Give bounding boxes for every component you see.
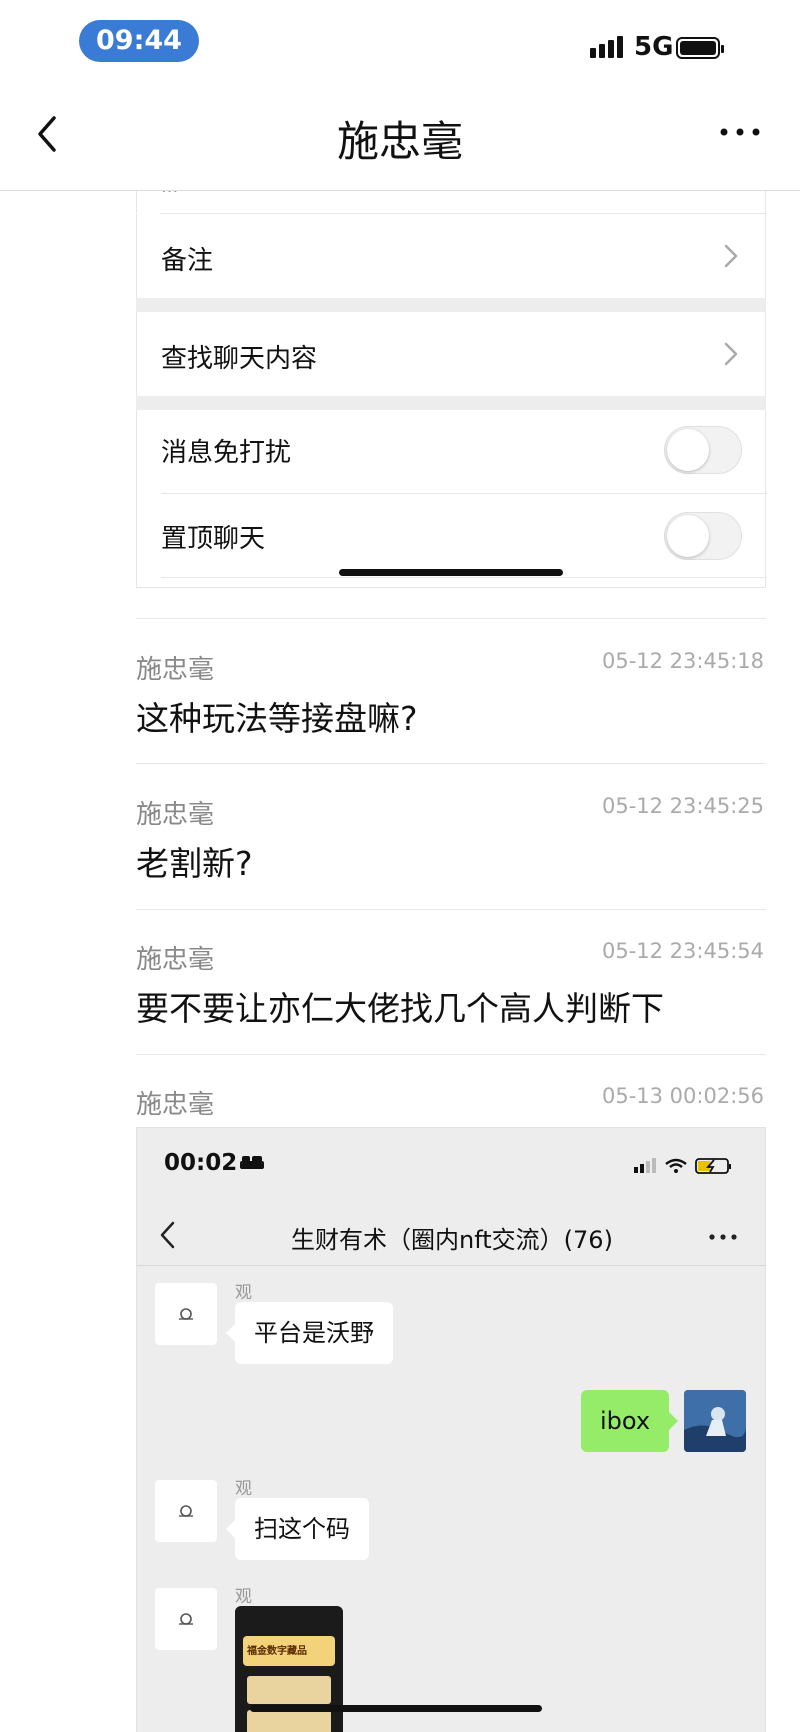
avatar [155, 1283, 217, 1345]
divider [136, 763, 766, 764]
chat-nick: 观 [235, 1587, 252, 1607]
avatar [155, 1588, 217, 1650]
divider [136, 1054, 766, 1055]
message-sender: 施忠毫 [136, 655, 215, 685]
avatar-doodle-icon [179, 1613, 193, 1625]
message-image[interactable]: 00:02 生财有术（圈内nft交流）(76) 观 平台是沃野 ibox 观 扫… [136, 1127, 766, 1732]
message-timestamp: 05-12 23:45:25 [601, 794, 764, 818]
divider [136, 618, 766, 619]
battery-icon [676, 37, 724, 59]
network-type: 5G [634, 32, 674, 62]
page-title: 施忠毫 [336, 117, 463, 166]
status-time: 09:44 [79, 20, 199, 62]
settings-row-remark[interactable]: 备注 [136, 214, 766, 298]
message-text[interactable]: 要不要让亦仁大佬找几个高人判断下 [136, 982, 664, 1030]
signal-icon [590, 36, 626, 58]
message-timestamp: 05-12 23:45:18 [601, 649, 764, 673]
settings-partial-row: ··· [136, 191, 766, 213]
more-button[interactable] [718, 122, 762, 142]
avatar-self [684, 1390, 746, 1452]
remark-label: 备注 [161, 246, 214, 276]
divider [137, 1265, 765, 1266]
screenshot-status-icons [634, 1158, 731, 1174]
message-text[interactable]: 老割新? [136, 837, 253, 885]
mute-toggle[interactable] [664, 426, 742, 474]
message-sender: 施忠毫 [136, 945, 215, 975]
divider [161, 493, 767, 494]
section-gap [136, 396, 766, 410]
chat-nick: 观 [235, 1283, 252, 1303]
poster-card [247, 1710, 331, 1732]
section-gap [136, 298, 766, 312]
pin-label: 置顶聊天 [161, 524, 266, 554]
toggle-knob [667, 429, 709, 471]
message-timestamp: 05-12 23:45:54 [601, 939, 764, 963]
settings-row-search-chat[interactable]: 查找聊天内容 [136, 312, 766, 396]
message-sender: 施忠毫 [136, 800, 215, 830]
poster-card [247, 1676, 331, 1704]
avatar-doodle-icon [179, 1505, 193, 1517]
chevron-right-icon [724, 244, 738, 268]
pin-toggle[interactable] [664, 512, 742, 560]
chat-nick: 观 [235, 1479, 252, 1499]
mute-label: 消息免打扰 [161, 438, 292, 468]
avatar-photo-icon [684, 1390, 746, 1452]
chat-bubble-self: ibox [581, 1390, 679, 1452]
divider [136, 909, 766, 910]
chevron-right-icon [724, 342, 738, 366]
more-icon [720, 128, 760, 136]
avatar-doodle-icon [179, 1308, 193, 1320]
chat-info-screen: 09:44 5G 施忠毫 ··· 备注 查找聊天内容 消息免打扰 置顶聊天 施忠… [0, 0, 800, 1732]
avatar [155, 1480, 217, 1542]
message-timestamp: 05-13 00:02:56 [601, 1084, 764, 1108]
home-indicator [250, 1705, 542, 1712]
chat-image-thumbnail: 福金数字藏品 [235, 1606, 343, 1732]
screenshot-time: 00:02 [164, 1150, 238, 1176]
chat-bubble: 平台是沃野 [226, 1302, 393, 1364]
chat-bubble: 扫这个码 [226, 1498, 369, 1560]
group-title: 生财有术（圈内nft交流）(76) [291, 1226, 613, 1254]
message-text[interactable]: 这种玩法等接盘嘛? [136, 692, 418, 740]
divider [161, 577, 767, 578]
message-sender: 施忠毫 [136, 1090, 215, 1120]
bed-icon [240, 1156, 264, 1169]
search-chat-label: 查找聊天内容 [161, 344, 318, 374]
settings-toggle-group: 消息免打扰 置顶聊天 [136, 410, 767, 588]
home-indicator [339, 569, 563, 576]
toggle-knob [667, 515, 709, 557]
poster-caption: 福金数字藏品 [247, 1646, 307, 1657]
more-icon [709, 1234, 737, 1240]
